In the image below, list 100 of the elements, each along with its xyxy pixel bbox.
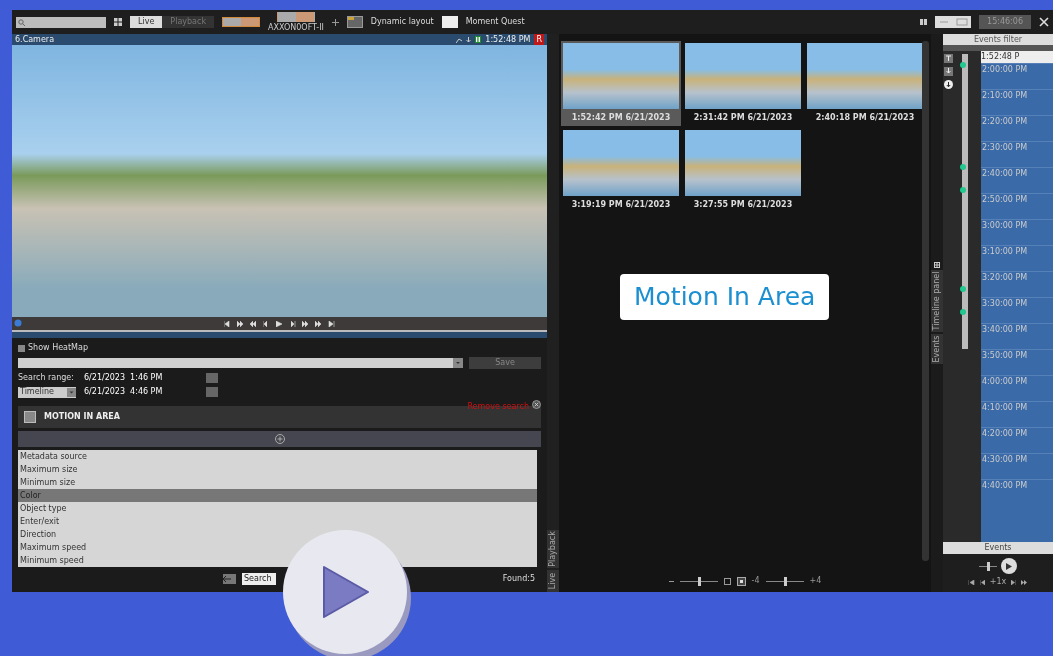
time-label: 4:30:00 PM <box>981 453 1053 479</box>
close-icon[interactable] <box>532 400 541 409</box>
range-label: Search range: <box>18 372 75 384</box>
search-button[interactable]: Search <box>242 573 276 585</box>
result-time: 3:19:19 PM 6/21/2023 <box>571 199 671 211</box>
time-label: 2:50:00 PM <box>981 193 1053 219</box>
text-icon[interactable] <box>944 54 953 63</box>
option-item[interactable]: Maximum size <box>18 463 537 476</box>
result-card[interactable]: 2:31:42 PM 6/21/2023 <box>683 41 803 126</box>
option-item[interactable]: Object type <box>18 502 537 515</box>
slider-label: +4 <box>809 575 822 587</box>
clock-display: 15:46:06 <box>979 15 1031 29</box>
minus-icon[interactable] <box>668 578 674 584</box>
event-marker[interactable] <box>960 62 966 68</box>
panel-tab[interactable]: Timeline panel <box>931 270 943 332</box>
rewind-fast-icon[interactable] <box>237 320 244 327</box>
fit-icon[interactable] <box>736 576 746 586</box>
timeline-strip[interactable] <box>12 330 547 338</box>
option-item[interactable]: Color <box>18 489 537 502</box>
date-time: 6/21/2023 1:46 PM <box>84 372 164 384</box>
columns-icon[interactable] <box>920 19 928 25</box>
side-tab[interactable]: Playback <box>547 530 559 568</box>
checkbox[interactable] <box>18 344 25 352</box>
speed-label: +1x <box>989 576 1007 588</box>
add-icon[interactable] <box>273 433 286 445</box>
option-item[interactable]: Metadata source <box>18 450 537 463</box>
option-item[interactable]: Minimum speed <box>18 554 537 567</box>
single-view-icon[interactable] <box>953 16 972 28</box>
scrollbar[interactable] <box>922 41 929 561</box>
option-item[interactable]: Enter/exit <box>18 515 537 528</box>
pause-icon[interactable] <box>475 36 482 43</box>
events-tab[interactable]: Events <box>943 542 1053 554</box>
slider-label: -4 <box>751 575 760 587</box>
grid-icon[interactable] <box>934 262 940 268</box>
found-count: Found:5 <box>502 573 535 585</box>
mode-tab[interactable]: Live <box>130 16 163 28</box>
time-label: 4:10:00 PM <box>981 401 1053 427</box>
layout-icon[interactable] <box>346 16 363 28</box>
layout-name[interactable]: Dynamic layout <box>370 16 434 28</box>
result-card[interactable]: 2:40:18 PM 6/21/2023 <box>805 41 925 126</box>
option-item[interactable]: Minimum size <box>18 476 537 489</box>
time-label: 3:20:00 PM <box>981 271 1053 297</box>
play-icon <box>1006 562 1012 570</box>
step-forward-icon[interactable] <box>1011 579 1017 585</box>
time-label: 3:00:00 PM <box>981 219 1053 245</box>
slider-thumb[interactable] <box>697 576 701 586</box>
blank-thumbnail-icon[interactable] <box>441 16 458 28</box>
forward-fast-icon[interactable] <box>315 320 322 327</box>
time-label: 3:40:00 PM <box>981 323 1053 349</box>
date-time: 6/21/2023 4:46 PM <box>84 386 164 398</box>
checkbox-label: Show HeatMap <box>28 342 88 354</box>
time-label: 2:10:00 PM <box>981 89 1053 115</box>
undo-icon <box>223 576 231 582</box>
grid-icon[interactable] <box>114 18 122 26</box>
step-back-icon[interactable] <box>263 320 270 327</box>
caret-icon[interactable] <box>67 387 76 397</box>
time-label: 4:20:00 PM <box>981 427 1053 453</box>
result-card[interactable]: 1:52:42 PM 6/21/2023 <box>561 41 681 126</box>
result-card[interactable]: 3:27:55 PM 6/21/2023 <box>683 128 803 213</box>
result-time: 1:52:42 PM 6/21/2023 <box>571 112 671 124</box>
plus-icon[interactable] <box>331 18 339 26</box>
back-button[interactable] <box>223 574 236 584</box>
time-label: 3:30:00 PM <box>981 297 1053 323</box>
layout-name[interactable]: Moment Quest <box>465 16 525 28</box>
result-time: 2:31:42 PM 6/21/2023 <box>693 112 793 124</box>
volume-thumb[interactable] <box>987 561 990 571</box>
play-button[interactable] <box>1001 558 1017 574</box>
event-marker[interactable] <box>960 286 966 292</box>
event-marker[interactable] <box>960 164 966 170</box>
panel-tab[interactable]: Events <box>931 334 943 364</box>
time-label: 3:50:00 PM <box>981 349 1053 375</box>
forward-icon[interactable] <box>1021 579 1029 585</box>
play-icon <box>320 565 370 619</box>
square-icon[interactable] <box>723 577 731 585</box>
dropdown-field[interactable] <box>18 358 463 368</box>
side-tab[interactable]: Live <box>547 570 559 592</box>
time-label: 2:00:00 PM <box>981 63 1053 89</box>
option-item[interactable]: Maximum speed <box>18 541 537 554</box>
slider-thumb[interactable] <box>783 576 787 586</box>
mode-select[interactable]: Timeline <box>18 386 76 398</box>
forward-icon[interactable] <box>302 320 309 327</box>
step-back-icon[interactable] <box>979 579 985 585</box>
go-to-start-icon[interactable] <box>224 320 231 327</box>
export-icon[interactable] <box>944 67 953 76</box>
event-marker[interactable] <box>960 187 966 193</box>
time-label: 4:40:00 PM <box>981 479 1053 505</box>
option-item[interactable]: Direction <box>18 528 537 541</box>
layout-thumbnail[interactable] <box>276 11 315 22</box>
layout-thumbnail[interactable] <box>222 17 261 27</box>
caption: Motion In Area <box>620 274 830 320</box>
result-card[interactable]: 3:19:19 PM 6/21/2023 <box>561 128 681 213</box>
camera-title: 6.Camera <box>15 33 55 46</box>
event-marker[interactable] <box>960 309 966 315</box>
rewind-icon[interactable] <box>967 579 975 585</box>
go-to-end-icon[interactable] <box>328 320 335 327</box>
download-icon[interactable] <box>944 80 953 89</box>
play-icon[interactable] <box>276 320 283 327</box>
search-field[interactable] <box>16 16 106 28</box>
camera-time: 1:52:48 PM <box>485 33 531 46</box>
time-label: 2:30:00 PM <box>981 141 1053 167</box>
